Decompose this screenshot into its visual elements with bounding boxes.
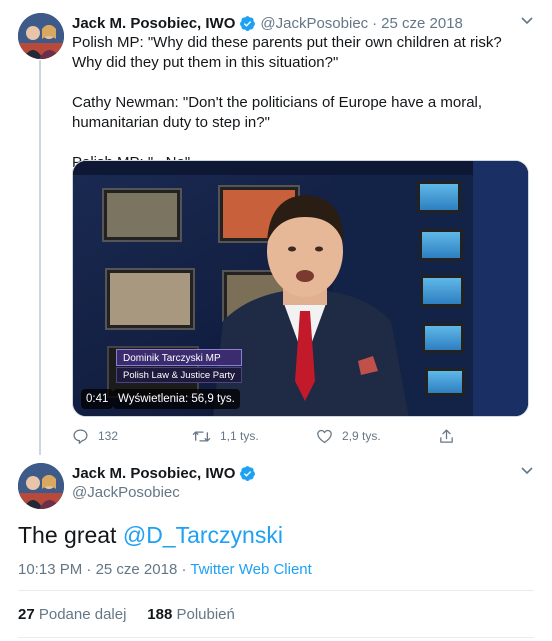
retweets-label: Podane dalej [38,606,127,623]
lower-third-party: Polish Law & Justice Party [116,367,242,383]
focused-tweet: Jack M. Posobiec, IWO @JackPosobiec The … [0,455,552,641]
heart-icon [317,429,332,443]
lower-third-name: Dominik Tarczyski MP [116,349,242,366]
verified-badge-icon [240,15,256,31]
separator-dot: · [86,561,92,578]
author-name-row: Jack M. Posobiec, IWO [72,465,260,482]
tweet[interactable]: Jack M. Posobiec, IWO @JackPosobiec · 25… [0,0,552,455]
author-handle[interactable]: @JackPosobiec [260,15,368,32]
avatar[interactable] [18,463,64,509]
video-lower-third: Dominik Tarczyski MP Polish Law & Justic… [116,349,242,383]
tweet-stats: 27 Podane dalej 188 Polubień [18,606,235,623]
reply-button[interactable]: 132 [72,426,118,446]
chevron-down-icon[interactable] [520,466,534,476]
author-handle[interactable]: @JackPosobiec [72,484,180,501]
thread-line [39,60,41,455]
likes-count: 188 [147,606,173,623]
tweet-actions: 132 1,1 tys. 2,9 tys. [72,426,472,446]
tweet-text-line: Cathy Newman: "Don't the politicians of … [72,94,483,131]
retweet-count: 1,1 tys. [220,429,259,443]
reply-count: 132 [98,429,119,443]
tweet-text-body: The great [18,522,123,548]
like-button[interactable]: 2,9 tys. [316,426,381,446]
like-count: 2,9 tys. [342,429,381,443]
tweet-text-line: Polish MP: "Why did these parents put th… [72,34,502,71]
retweet-icon [192,430,211,442]
avatar-image [18,13,64,59]
likes-label: Polubień [176,606,235,623]
separator-dot: · [181,561,187,578]
avatar[interactable] [18,13,64,59]
tweet-date[interactable]: 25 cze 2018 [96,561,178,578]
client-link[interactable]: Twitter Web Client [190,561,311,578]
tweet-text: Polish MP: "Why did these parents put th… [72,33,532,173]
retweets-stat[interactable]: 27 Podane dalej [18,606,126,623]
tweet-text: The great @D_Tarczynski [18,522,283,549]
retweets-count: 27 [18,606,35,623]
chevron-down-icon[interactable] [520,16,534,26]
share-button[interactable] [438,426,464,446]
tweet-meta: 10:13 PM · 25 cze 2018 · Twitter Web Cli… [18,561,312,578]
likes-stat[interactable]: 188 Polubień [147,606,235,623]
retweet-button[interactable]: 1,1 tys. [192,426,259,446]
video-duration: 0:41 [81,389,114,409]
separator-dot: · [372,14,378,32]
author-name[interactable]: Jack M. Posobiec, IWO [72,15,235,32]
reply-icon [73,428,88,444]
divider [18,637,534,638]
tweet-date[interactable]: 25 cze 2018 [381,15,463,32]
divider [18,590,534,591]
tweet-time[interactable]: 10:13 PM [18,561,82,578]
verified-badge-icon [240,466,256,481]
tweet-header: Jack M. Posobiec, IWO @JackPosobiec · 25… [72,13,463,33]
mention-link[interactable]: @D_Tarczynski [123,522,283,548]
share-icon [440,428,453,443]
video-views: Wyświetlenia: 56,9 tys. [113,389,240,409]
avatar-image [18,463,64,509]
author-name[interactable]: Jack M. Posobiec, IWO [72,465,235,482]
